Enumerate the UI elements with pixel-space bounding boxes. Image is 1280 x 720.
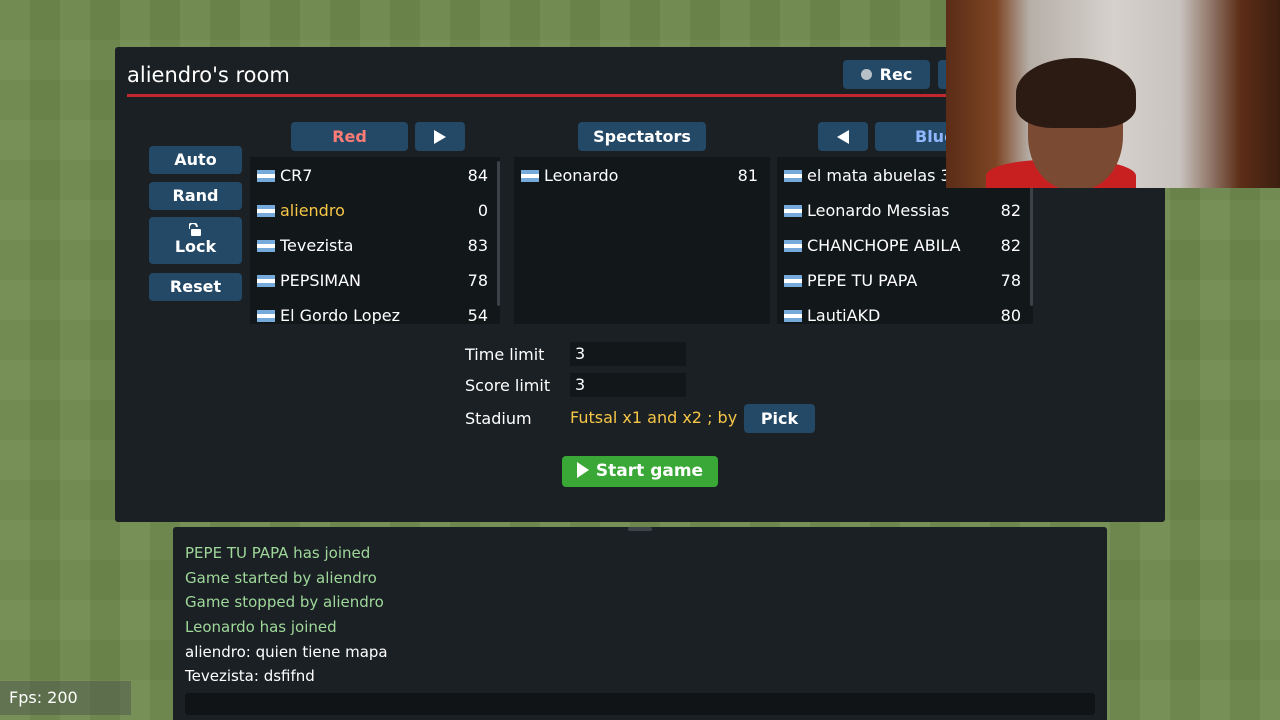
argentina-flag-icon — [784, 205, 802, 217]
player-score: 82 — [1000, 201, 1021, 220]
red-team-button[interactable]: Red — [291, 122, 408, 151]
play-right-icon — [434, 130, 446, 144]
player-score: 54 — [467, 306, 488, 324]
player-row[interactable]: CR7 84 — [257, 157, 488, 192]
player-score: 78 — [467, 271, 488, 290]
move-right-button[interactable] — [415, 122, 465, 151]
play-left-icon — [837, 130, 849, 144]
rec-label: Rec — [879, 65, 913, 84]
stadium-label: Stadium — [465, 409, 532, 428]
argentina-flag-icon — [257, 205, 275, 217]
fps-counter: Fps: 200 — [0, 681, 131, 715]
webcam-overlay — [946, 0, 1280, 188]
player-name: LautiAKD — [807, 306, 881, 324]
argentina-flag-icon — [784, 310, 802, 322]
red-team-list[interactable]: CR7 84 aliendro 0 Tevezista 83 PEPSIMAN 78 E… — [250, 157, 500, 324]
reset-button[interactable]: Reset — [149, 273, 242, 301]
chat-panel: PEPE TU PAPA has joined Game started by … — [173, 527, 1107, 720]
player-score: 80 — [1000, 306, 1021, 324]
player-name: CR7 — [280, 166, 313, 185]
pick-stadium-button[interactable]: Pick — [744, 404, 815, 433]
chat-line: Game started by aliendro — [185, 569, 377, 587]
player-row[interactable]: Leonardo 81 — [521, 157, 758, 192]
move-left-button[interactable] — [818, 122, 868, 151]
chat-line: Game stopped by aliendro — [185, 593, 384, 611]
spectators-list[interactable]: Leonardo 81 — [514, 157, 770, 324]
lock-button[interactable]: Lock — [149, 217, 242, 264]
argentina-flag-icon — [257, 170, 275, 182]
player-score: 81 — [737, 166, 758, 185]
player-row[interactable]: LautiAKD 80 — [784, 297, 1021, 324]
player-score: 84 — [467, 166, 488, 185]
stadium-value: Futsal x1 and x2 ; by ... — [570, 408, 758, 427]
time-limit-label: Time limit — [465, 345, 545, 364]
argentina-flag-icon — [784, 275, 802, 287]
rec-button[interactable]: Rec — [843, 60, 930, 89]
webcam-hair — [1016, 58, 1136, 128]
red-list-scrollbar[interactable] — [497, 161, 500, 306]
player-score: 78 — [1000, 271, 1021, 290]
lock-label: Lock — [174, 237, 217, 256]
room-title: aliendro's room — [127, 63, 290, 87]
chat-line: Tevezista: dsfifnd — [185, 667, 315, 685]
spectators-button[interactable]: Spectators — [578, 122, 706, 151]
player-row[interactable]: aliendro 0 — [257, 192, 488, 227]
player-row[interactable]: Leonardo Messias 82 — [784, 192, 1021, 227]
chat-resize-handle[interactable] — [628, 527, 652, 531]
player-name: PEPSIMAN — [280, 271, 361, 290]
score-limit-label: Score limit — [465, 376, 551, 395]
player-score: 83 — [467, 236, 488, 255]
player-row[interactable]: PEPE TU PAPA 78 — [784, 262, 1021, 297]
play-icon — [576, 462, 589, 478]
score-limit-input[interactable]: 3 — [570, 373, 686, 397]
argentina-flag-icon — [784, 170, 802, 182]
player-name: Leonardo Messias — [807, 201, 950, 220]
player-row[interactable]: El Gordo Lopez 54 — [257, 297, 488, 324]
argentina-flag-icon — [784, 240, 802, 252]
record-dot-icon — [860, 69, 872, 80]
chat-line: Leonardo has joined — [185, 618, 337, 636]
player-score: 0 — [477, 201, 488, 220]
player-name: El Gordo Lopez — [280, 306, 400, 324]
player-name: Leonardo — [544, 166, 619, 185]
player-name: PEPE TU PAPA — [807, 271, 918, 290]
player-name: Tevezista — [280, 236, 354, 255]
argentina-flag-icon — [257, 275, 275, 287]
player-row[interactable]: Tevezista 83 — [257, 227, 488, 262]
time-limit-input[interactable]: 3 — [570, 342, 686, 366]
chat-line: PEPE TU PAPA has joined — [185, 544, 371, 562]
argentina-flag-icon — [257, 240, 275, 252]
player-score: 82 — [1000, 236, 1021, 255]
argentina-flag-icon — [257, 310, 275, 322]
player-row[interactable]: CHANCHOPE ABILA 82 — [784, 227, 1021, 262]
player-row[interactable]: PEPSIMAN 78 — [257, 262, 488, 297]
chat-line: aliendro: quien tiene mapa — [185, 643, 388, 661]
player-name: el mata abuelas 3 — [807, 166, 951, 185]
start-game-label: Start game — [595, 461, 704, 481]
argentina-flag-icon — [521, 170, 539, 182]
rand-button[interactable]: Rand — [149, 182, 242, 210]
start-game-button[interactable]: Start game — [562, 456, 718, 487]
player-name: CHANCHOPE ABILA — [807, 236, 961, 255]
player-name: aliendro — [280, 201, 345, 220]
auto-button[interactable]: Auto — [149, 146, 242, 174]
chat-input[interactable] — [185, 693, 1095, 715]
unlock-icon — [188, 223, 201, 236]
